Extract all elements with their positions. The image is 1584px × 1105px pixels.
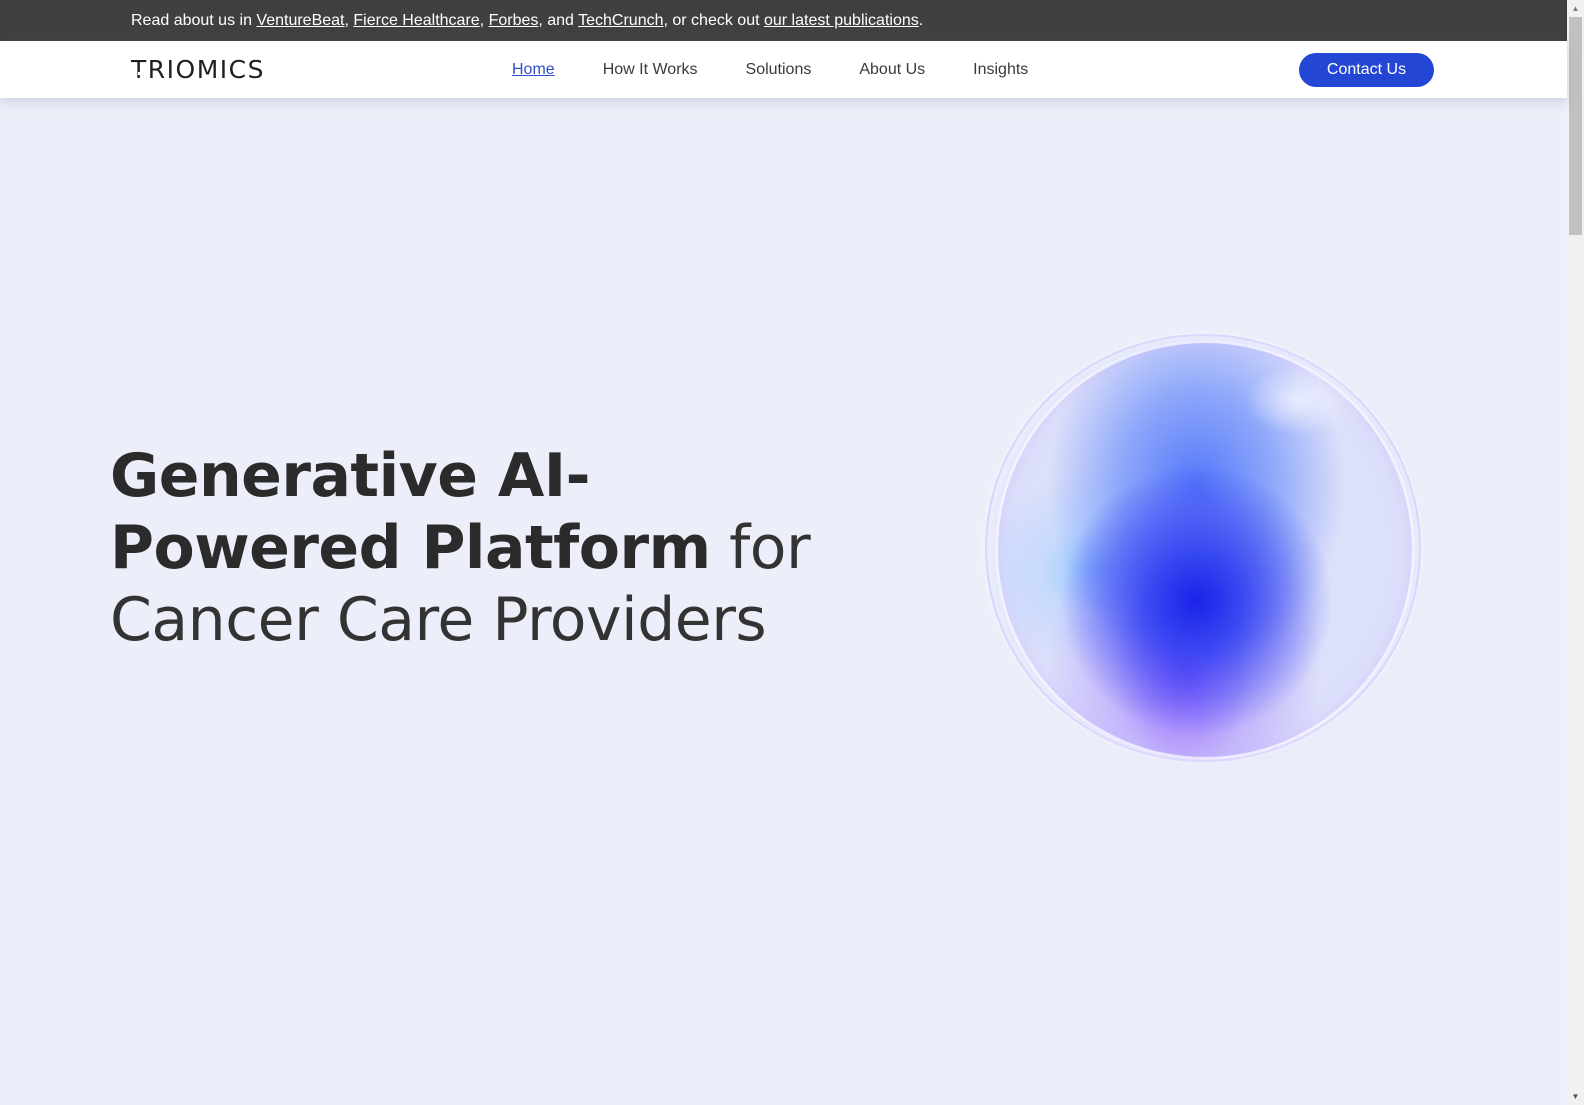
nav-insights[interactable]: Insights [973,61,1028,79]
link-venturebeat[interactable]: VentureBeat [256,12,344,29]
page: Read about us in VentureBeat, Fierce Hea… [0,0,1567,1105]
logo-mark: T [131,55,148,84]
announcement-bar: Read about us in VentureBeat, Fierce Hea… [0,0,1567,41]
nav-solutions[interactable]: Solutions [746,61,812,79]
separator: , and [538,12,579,29]
link-techcrunch[interactable]: TechCrunch [578,12,663,29]
contact-us-button[interactable]: Contact Us [1299,53,1434,87]
nav-home[interactable]: Home [512,61,555,79]
scrollbar-thumb[interactable] [1569,17,1582,235]
nav-links: Home How It Works Solutions About Us Ins… [512,41,1076,98]
nav-about-us[interactable]: About Us [859,61,925,79]
hero-orb-graphic [985,334,1421,762]
link-latest-publications[interactable]: our latest publications [764,12,919,29]
announcement-middle: , or check out [663,12,764,29]
link-fierce-healthcare[interactable]: Fierce Healthcare [353,12,479,29]
nav-how-it-works[interactable]: How It Works [603,61,698,79]
scroll-down-arrow-icon[interactable]: ▼ [1567,1088,1584,1105]
link-forbes[interactable]: Forbes [489,12,539,29]
announcement-prefix: Read about us in [131,12,257,29]
separator: , [479,12,489,29]
main-nav: T RIOMICS Home How It Works Solutions Abo… [0,41,1567,98]
orb-highlight [1245,365,1355,435]
logo[interactable]: T RIOMICS [131,56,265,84]
vertical-scrollbar[interactable]: ▲ ▼ [1567,0,1584,1105]
scroll-up-arrow-icon[interactable]: ▲ [1567,0,1584,17]
announcement-suffix: . [918,12,924,29]
hero-title: Generative AI-Powered Platform for Cance… [110,440,870,656]
logo-text: RIOMICS [147,55,265,84]
hero-title-bold: Generative AI-Powered Platform [110,441,711,583]
